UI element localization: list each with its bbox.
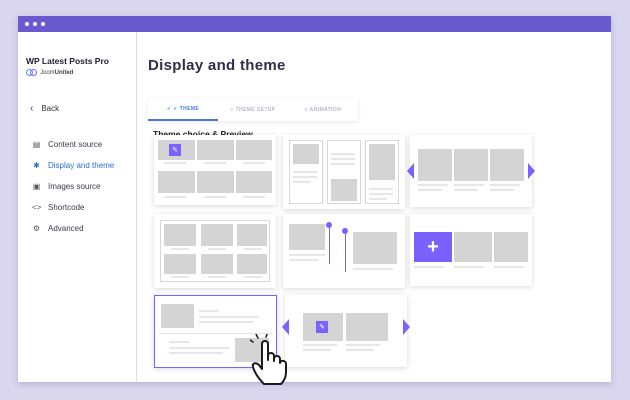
- code-icon: <>: [32, 203, 42, 212]
- pin-icon: ✎: [169, 144, 181, 156]
- arrow-left-icon: [407, 163, 414, 179]
- plus-icon: +: [414, 232, 452, 262]
- theme-card-smooth[interactable]: ✎: [282, 295, 410, 367]
- back-label: Back: [41, 104, 60, 113]
- window-dot-icon: [25, 22, 29, 26]
- sidebar-item-images-source[interactable]: ▣ Images source: [32, 176, 114, 197]
- theme-card-carousel[interactable]: [407, 135, 535, 207]
- tab-bar: ✓ ✓ THEME ≡ THEME SETUP ≡ ANIMATION: [148, 98, 358, 121]
- arrow-right-icon: [403, 319, 410, 335]
- palette-icon: ✱: [33, 161, 40, 170]
- app-title: WP Latest Posts Pro: [26, 56, 109, 66]
- sidebar-nav: ▤ Content source ✱ Display and theme ▣ I…: [32, 134, 114, 239]
- theme-card-masonry[interactable]: [283, 135, 405, 209]
- tab-theme-setup[interactable]: ≡ THEME SETUP: [218, 98, 288, 121]
- arrow-left-icon: [282, 319, 289, 335]
- theme-card-add[interactable]: +: [410, 214, 532, 286]
- tab-animation[interactable]: ≡ ANIMATION: [288, 98, 358, 121]
- theme-card-default[interactable]: ✎: [154, 135, 276, 205]
- window-titlebar: [18, 16, 611, 32]
- theme-card-timeline[interactable]: [283, 214, 405, 288]
- settings-icon: ⚙: [32, 224, 41, 233]
- hand-cursor-icon: [250, 334, 287, 385]
- sidebar: WP Latest Posts Pro JoomUnited ‹ Back ▤ …: [18, 32, 137, 382]
- content-source-icon: ▤: [32, 140, 41, 149]
- vendor-brand: JoomUnited: [26, 69, 73, 76]
- sidebar-item-shortcode[interactable]: <> Shortcode: [32, 197, 114, 218]
- sidebar-item-display-and-theme[interactable]: ✱ Display and theme: [32, 155, 114, 176]
- page-title: Display and theme: [148, 57, 286, 74]
- sidebar-item-content-source[interactable]: ▤ Content source: [32, 134, 114, 155]
- image-icon: ▣: [32, 182, 41, 191]
- sidebar-item-advanced[interactable]: ⚙ Advanced: [32, 218, 114, 239]
- theme-card-material[interactable]: [154, 214, 276, 288]
- window-dot-icon: [33, 22, 37, 26]
- joomunited-logo-icon: [26, 69, 37, 76]
- back-button[interactable]: ‹ Back: [30, 103, 59, 114]
- arrow-right-icon: [528, 163, 535, 179]
- pin-icon: ✎: [316, 321, 328, 333]
- window-dot-icon: [41, 22, 45, 26]
- tab-theme[interactable]: ✓ ✓ THEME: [148, 98, 218, 121]
- chevron-left-icon: ‹: [30, 103, 34, 114]
